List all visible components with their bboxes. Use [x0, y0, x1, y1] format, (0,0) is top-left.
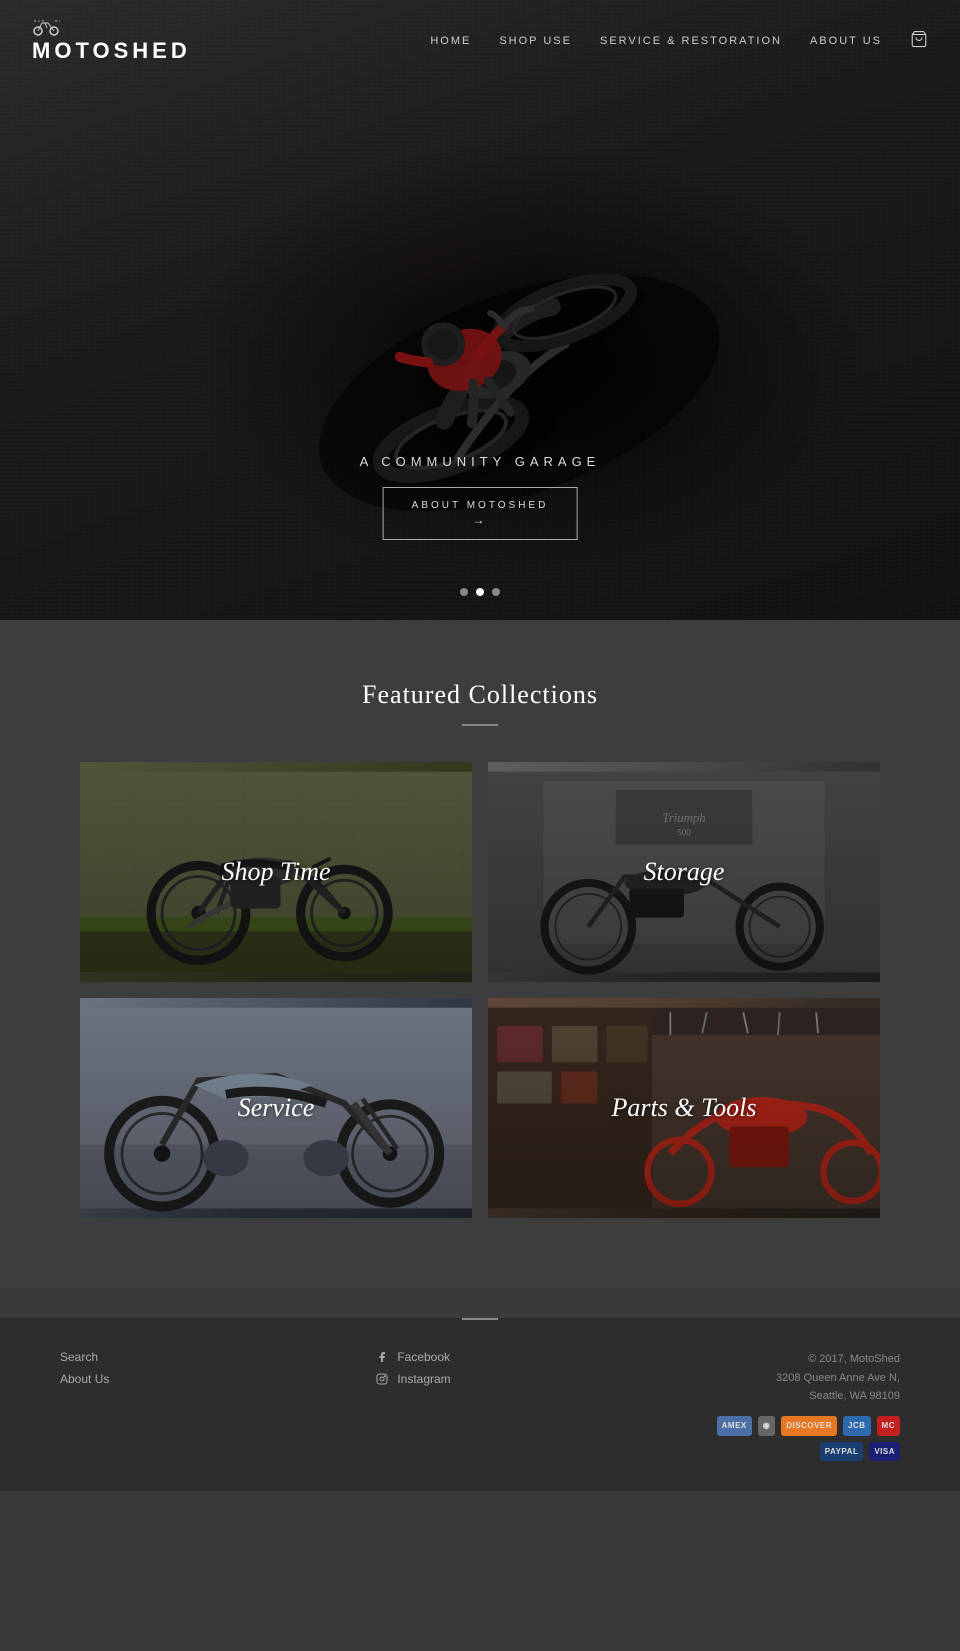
site-footer: Search About Us Facebook	[0, 1318, 960, 1491]
hero-subtitle: A COMMUNITY GARAGE	[360, 454, 601, 469]
address-line1: 3208 Queen Anne Ave N,	[717, 1369, 900, 1388]
instagram-icon	[375, 1372, 389, 1386]
nav-about-us[interactable]: ABOUT US	[810, 35, 882, 47]
featured-divider	[462, 724, 498, 726]
facebook-label: Facebook	[397, 1350, 450, 1364]
carousel-dot-2[interactable]	[476, 588, 484, 596]
storage-label: Storage	[644, 857, 725, 887]
main-nav: HOME SHOP USE SERVICE & RESTORATION ABOU…	[430, 30, 928, 53]
logo-icon: BAR · MI	[32, 18, 60, 36]
facebook-icon	[375, 1350, 389, 1364]
featured-collections-section: Featured Collections	[0, 620, 960, 1288]
logo[interactable]: BAR · MI MOTOSHED	[32, 18, 191, 64]
address-line2: Seattle, WA 98109	[717, 1387, 900, 1406]
hero-cta-label: ABOUT MOTOSHED	[412, 500, 549, 511]
footer-link-search[interactable]: Search	[60, 1350, 109, 1364]
shop-time-label: Shop Time	[221, 857, 330, 887]
brand-name: MOTOSHED	[32, 38, 191, 64]
payment-discover: DISCOVER	[781, 1416, 837, 1436]
hero-cta-button[interactable]: ABOUT MOTOSHED →	[383, 487, 578, 540]
collections-grid: Shop Time Triumph 500	[80, 762, 880, 1218]
svg-text:BAR · MI: BAR · MI	[34, 19, 60, 23]
collection-card-shop-time[interactable]: Shop Time	[80, 762, 472, 982]
site-header: BAR · MI MOTOSHED HOME SHOP USE SERVICE …	[0, 0, 960, 82]
parts-tools-label: Parts & Tools	[612, 1093, 757, 1123]
cart-icon[interactable]	[910, 30, 928, 53]
social-facebook[interactable]: Facebook	[375, 1350, 450, 1364]
carousel-dot-1[interactable]	[460, 588, 468, 596]
collection-card-service[interactable]: Service	[80, 998, 472, 1218]
payment-paypal: PayPal	[820, 1442, 864, 1462]
service-label: Service	[238, 1093, 315, 1123]
payment-amex: AMEX	[717, 1416, 752, 1436]
footer-links: Search About Us	[60, 1350, 109, 1386]
hero-section: A COMMUNITY GARAGE ABOUT MOTOSHED →	[0, 0, 960, 620]
hero-content: A COMMUNITY GARAGE ABOUT MOTOSHED →	[360, 454, 601, 540]
collection-card-parts-tools[interactable]: Parts & Tools	[488, 998, 880, 1218]
copyright: © 2017, MotoShed	[717, 1350, 900, 1369]
payment-visa: VISA	[869, 1442, 900, 1462]
collection-card-storage[interactable]: Triumph 500 Storage	[488, 762, 880, 982]
footer-content: Search About Us Facebook	[0, 1320, 960, 1491]
footer-social: Facebook Instagram	[375, 1350, 450, 1386]
carousel-dots	[460, 588, 500, 596]
nav-shop-use[interactable]: SHOP USE	[499, 35, 572, 47]
social-instagram[interactable]: Instagram	[375, 1372, 450, 1386]
payment-diners: ◉	[758, 1416, 775, 1436]
payment-mastercard: MC	[877, 1416, 900, 1436]
instagram-label: Instagram	[397, 1372, 450, 1386]
payment-row2: PayPal VISA	[717, 1442, 900, 1462]
nav-home[interactable]: HOME	[430, 35, 471, 47]
payment-icons: AMEX ◉ DISCOVER JCB MC	[717, 1416, 900, 1436]
footer-link-about[interactable]: About Us	[60, 1372, 109, 1386]
payment-jcb: JCB	[843, 1416, 871, 1436]
featured-title: Featured Collections	[80, 680, 880, 710]
footer-right: © 2017, MotoShed 3208 Queen Anne Ave N, …	[717, 1350, 900, 1461]
nav-service-restoration[interactable]: SERVICE & RESTORATION	[600, 35, 782, 47]
carousel-dot-3[interactable]	[492, 588, 500, 596]
hero-cta-arrow: →	[412, 513, 549, 527]
